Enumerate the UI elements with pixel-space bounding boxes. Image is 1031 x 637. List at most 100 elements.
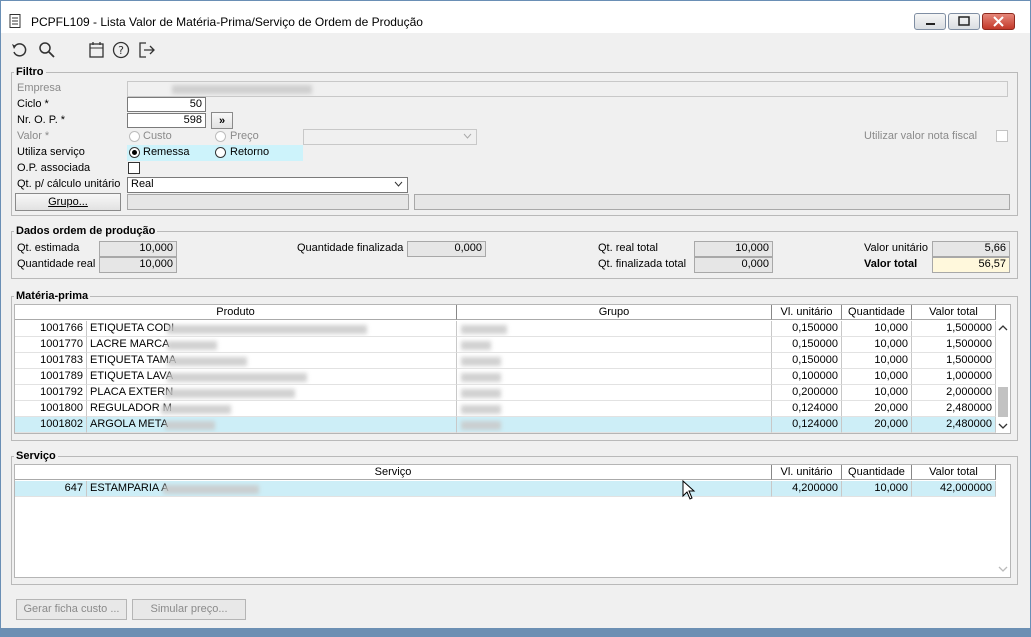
remessa-radio[interactable] [129, 147, 140, 158]
retorno-label: Retorno [230, 146, 270, 158]
row-code: 1001770 [15, 337, 87, 353]
row-vl: 0,100000 [772, 369, 842, 385]
row-code: 1001783 [15, 353, 87, 369]
row-total: 2,480000 [912, 401, 996, 417]
col-produto[interactable]: Produto [15, 305, 457, 320]
row-grupo [457, 321, 772, 337]
qt-calculo-label: Qt. p/ cálculo unitário [17, 178, 121, 190]
valor-label: Valor * [17, 130, 50, 142]
close-button[interactable] [982, 13, 1015, 30]
materia-grid[interactable]: Produto Grupo Vl. unitário Quantidade Va… [14, 304, 1011, 434]
row-grupo [457, 417, 772, 433]
row-code: 647 [15, 481, 87, 497]
grupo-desc-field [414, 194, 1010, 210]
qt-estimada-label: Qt. estimada [17, 242, 80, 254]
row-code: 1001792 [15, 385, 87, 401]
valor-total-label: Valor total [864, 258, 918, 270]
table-row-selected[interactable]: 1001802 ARGOLA META 0,124000 20,000 2,48… [15, 417, 996, 433]
servico-scrollbar[interactable] [996, 481, 1010, 577]
qt-calculo-select[interactable]: Real [127, 177, 408, 193]
nr-op-input[interactable]: 598 [127, 113, 206, 128]
row-qt: 10,000 [842, 353, 912, 369]
col-valor-total[interactable]: Valor total [912, 465, 996, 480]
row-qt: 10,000 [842, 337, 912, 353]
utilizar-nf-checkbox [996, 130, 1008, 142]
custo-radio [129, 131, 140, 142]
chevron-down-icon[interactable] [998, 422, 1008, 430]
grupo-button[interactable]: Grupo... [15, 193, 121, 211]
table-row[interactable]: 1001783 ETIQUETA TAMA 0,150000 10,000 1,… [15, 353, 996, 369]
maximize-button[interactable] [948, 13, 980, 30]
valor-total-field: 56,57 [932, 257, 1010, 273]
qt-real-label: Quantidade real [17, 258, 96, 270]
nr-op-label: Nr. O. P. * [17, 114, 66, 126]
row-code: 1001800 [15, 401, 87, 417]
undo-icon[interactable] [11, 41, 29, 59]
nr-op-search-button[interactable]: » [211, 112, 233, 129]
row-produto: REGULADOR M [87, 401, 457, 417]
simular-preco-button[interactable]: Simular preço... [132, 599, 246, 620]
calendar-icon[interactable] [88, 41, 106, 59]
col-quantidade[interactable]: Quantidade [842, 465, 912, 480]
servico-grid[interactable]: Serviço Vl. unitário Quantidade Valor to… [14, 464, 1011, 578]
chevron-down-icon [394, 181, 403, 187]
search-icon[interactable] [38, 41, 56, 59]
row-total: 2,480000 [912, 417, 996, 433]
window-bottom-border [1, 628, 1030, 636]
col-quantidade[interactable]: Quantidade [842, 305, 912, 320]
table-row[interactable]: 1001800 REGULADOR M 0,124000 20,000 2,48… [15, 401, 996, 417]
materia-scrollbar[interactable] [996, 321, 1010, 433]
custo-label: Custo [143, 130, 172, 142]
remessa-label: Remessa [143, 146, 190, 158]
row-qt: 20,000 [842, 401, 912, 417]
qt-finalizada-label: Quantidade finalizada [297, 242, 404, 254]
valor-unitario-field: 5,66 [932, 241, 1010, 257]
op-associada-checkbox[interactable] [128, 162, 140, 174]
col-vl-unitario[interactable]: Vl. unitário [772, 305, 842, 320]
row-code: 1001766 [15, 321, 87, 337]
chevron-down-icon[interactable] [998, 565, 1008, 573]
row-total: 1,000000 [912, 369, 996, 385]
grupo-code-field [127, 194, 409, 210]
minimize-icon [926, 23, 935, 25]
ciclo-label: Ciclo * [17, 98, 49, 110]
gerar-ficha-button[interactable]: Gerar ficha custo ... [16, 599, 127, 620]
row-produto: LACRE MARCA [87, 337, 457, 353]
minimize-button[interactable] [914, 13, 946, 30]
row-vl: 0,150000 [772, 337, 842, 353]
table-row[interactable]: 1001766 ETIQUETA CODI 0,150000 10,000 1,… [15, 321, 996, 337]
row-produto: ARGOLA META [87, 417, 457, 433]
servico-grid-header: Serviço Vl. unitário Quantidade Valor to… [15, 465, 996, 481]
exit-icon[interactable] [138, 41, 156, 59]
filtro-legend: Filtro [14, 66, 46, 78]
row-vl: 0,200000 [772, 385, 842, 401]
help-icon[interactable]: ? [112, 41, 130, 59]
table-row[interactable]: 1001789 ETIQUETA LAVA 0,100000 10,000 1,… [15, 369, 996, 385]
qt-real-total-label: Qt. real total [598, 242, 658, 254]
table-row-selected[interactable]: 647 ESTAMPARIA A 4,200000 10,000 42,0000… [15, 481, 996, 497]
row-total: 42,000000 [912, 481, 996, 497]
scrollbar-thumb[interactable] [998, 387, 1008, 417]
row-vl: 0,150000 [772, 353, 842, 369]
row-total: 1,500000 [912, 337, 996, 353]
table-row[interactable]: 1001770 LACRE MARCA 0,150000 10,000 1,50… [15, 337, 996, 353]
maximize-icon [958, 16, 970, 26]
qt-real-total-field: 10,000 [694, 241, 773, 257]
col-grupo[interactable]: Grupo [457, 305, 772, 320]
row-vl: 4,200000 [772, 481, 842, 497]
title-bar: PCPFL109 - Lista Valor de Matéria-Prima/… [1, 1, 1030, 33]
col-servico[interactable]: Serviço [15, 465, 772, 480]
col-vl-unitario[interactable]: Vl. unitário [772, 465, 842, 480]
table-row[interactable]: 1001792 PLACA EXTERN 0,200000 10,000 2,0… [15, 385, 996, 401]
row-grupo [457, 369, 772, 385]
row-total: 2,000000 [912, 385, 996, 401]
servico-legend: Serviço [14, 450, 58, 462]
retorno-radio[interactable] [215, 147, 226, 158]
ciclo-input[interactable]: 50 [127, 97, 206, 112]
utilizar-nf-label: Utilizar valor nota fiscal [864, 130, 978, 142]
materia-legend: Matéria-prima [14, 290, 91, 302]
col-valor-total[interactable]: Valor total [912, 305, 996, 320]
row-produto: ETIQUETA CODI [87, 321, 457, 337]
chevron-up-icon[interactable] [998, 324, 1008, 332]
row-code: 1001802 [15, 417, 87, 433]
